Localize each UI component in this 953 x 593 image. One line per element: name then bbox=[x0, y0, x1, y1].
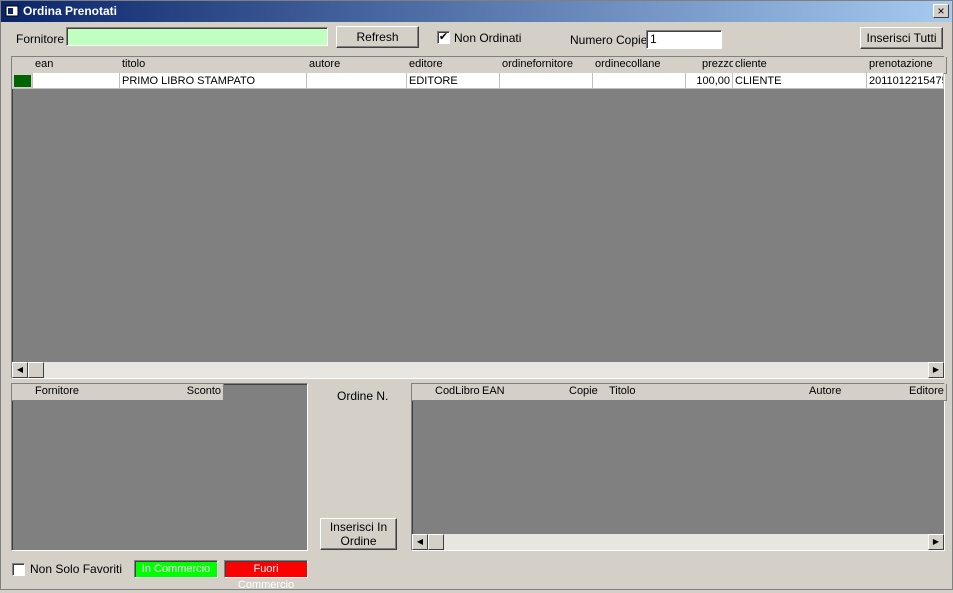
close-button[interactable]: × bbox=[933, 4, 949, 18]
col-header-prenotazione[interactable]: prenotazione bbox=[867, 57, 947, 74]
table-cell-prenotazione[interactable]: 20110122154750 bbox=[867, 73, 944, 89]
col-header-titolo[interactable]: titolo bbox=[120, 57, 310, 74]
prenotati-grid[interactable]: ean titolo autore editore ordinefornitor… bbox=[11, 56, 947, 379]
table-cell-editore[interactable]: EDITORE bbox=[407, 73, 500, 89]
fornitore-input[interactable] bbox=[66, 27, 328, 46]
col-header-autore[interactable]: Autore bbox=[807, 384, 910, 401]
col-header-copie[interactable]: Copie bbox=[567, 384, 610, 401]
col-header-ordinecollane[interactable]: ordinecollane bbox=[593, 57, 689, 74]
title-bar: Ordina Prenotati bbox=[1, 1, 952, 22]
numero-copie-label: Numero Copie bbox=[570, 33, 648, 47]
table-row-header[interactable] bbox=[12, 73, 33, 89]
main-grid-hscrollbar[interactable]: ◀ ▶ bbox=[12, 362, 944, 378]
non-solo-favoriti-label: Non Solo Favoriti bbox=[30, 562, 123, 576]
table-cell-titolo[interactable]: PRIMO LIBRO STAMPATO bbox=[120, 73, 307, 89]
col-header-titolo[interactable]: Titolo bbox=[607, 384, 810, 401]
col-header-codlibro[interactable]: CodLibro bbox=[433, 384, 483, 401]
col-header-editore[interactable]: editore bbox=[407, 57, 503, 74]
numero-copie-input[interactable]: 1 bbox=[646, 30, 722, 49]
refresh-button[interactable]: Refresh bbox=[336, 26, 419, 48]
ordine-grid[interactable]: CodLibro EAN Copie Titolo Autore Editore… bbox=[411, 383, 947, 551]
table-cell-ordinecollane[interactable] bbox=[593, 73, 686, 89]
inserisci-in-ordine-line2: Ordine bbox=[340, 534, 377, 548]
fornitori-grid[interactable]: Fornitore Sconto bbox=[11, 383, 308, 551]
col-header-cliente[interactable]: cliente bbox=[733, 57, 870, 74]
col-header-editore[interactable]: Editore bbox=[907, 384, 947, 401]
scroll-thumb[interactable] bbox=[428, 534, 444, 550]
table-cell-ordinefornitore[interactable] bbox=[500, 73, 593, 89]
col-header-ean[interactable]: EAN bbox=[480, 384, 570, 401]
table-cell-autore[interactable] bbox=[307, 73, 407, 89]
in-commercio-legend: In Commercio bbox=[134, 560, 218, 578]
app-icon bbox=[5, 5, 19, 17]
fuori-commercio-legend: Fuori Commercio bbox=[224, 560, 308, 591]
non-solo-favoriti-checkbox[interactable] bbox=[12, 563, 25, 576]
non-ordinati-checkbox[interactable]: ✔ bbox=[437, 31, 450, 44]
table-cell-cliente[interactable]: CLIENTE bbox=[733, 73, 867, 89]
col-header-autore[interactable]: autore bbox=[307, 57, 410, 74]
row-status-indicator bbox=[14, 75, 31, 87]
table-cell-prezzo[interactable]: 100,00 bbox=[686, 73, 733, 89]
inserisci-in-ordine-button[interactable]: Inserisci In Ordine bbox=[320, 518, 397, 550]
scroll-right-button[interactable]: ▶ bbox=[928, 362, 944, 378]
fornitore-label: Fornitore bbox=[16, 32, 65, 46]
ordine-grid-hscrollbar[interactable]: ◀ ▶ bbox=[412, 534, 944, 550]
scroll-right-button[interactable]: ▶ bbox=[928, 534, 944, 550]
col-header-sconto[interactable]: Sconto bbox=[166, 384, 224, 401]
window-title: Ordina Prenotati bbox=[23, 4, 118, 18]
ordine-number-label: Ordine N. bbox=[337, 389, 389, 403]
inserisci-in-ordine-line1: Inserisci In bbox=[329, 520, 388, 534]
col-header-prezzo[interactable]: prezzo bbox=[686, 57, 738, 74]
scroll-thumb[interactable] bbox=[28, 362, 44, 378]
col-header-ordinefornitore[interactable]: ordinefornitore bbox=[500, 57, 596, 74]
table-cell-ean[interactable] bbox=[33, 73, 120, 89]
inserisci-tutti-button[interactable]: Inserisci Tutti bbox=[860, 27, 943, 49]
col-header-fornitore[interactable]: Fornitore bbox=[33, 384, 169, 401]
col-header-ean[interactable]: ean bbox=[33, 57, 123, 74]
scroll-left-button[interactable]: ◀ bbox=[412, 534, 428, 550]
non-ordinati-label: Non Ordinati bbox=[454, 31, 522, 45]
scroll-left-button[interactable]: ◀ bbox=[12, 362, 28, 378]
